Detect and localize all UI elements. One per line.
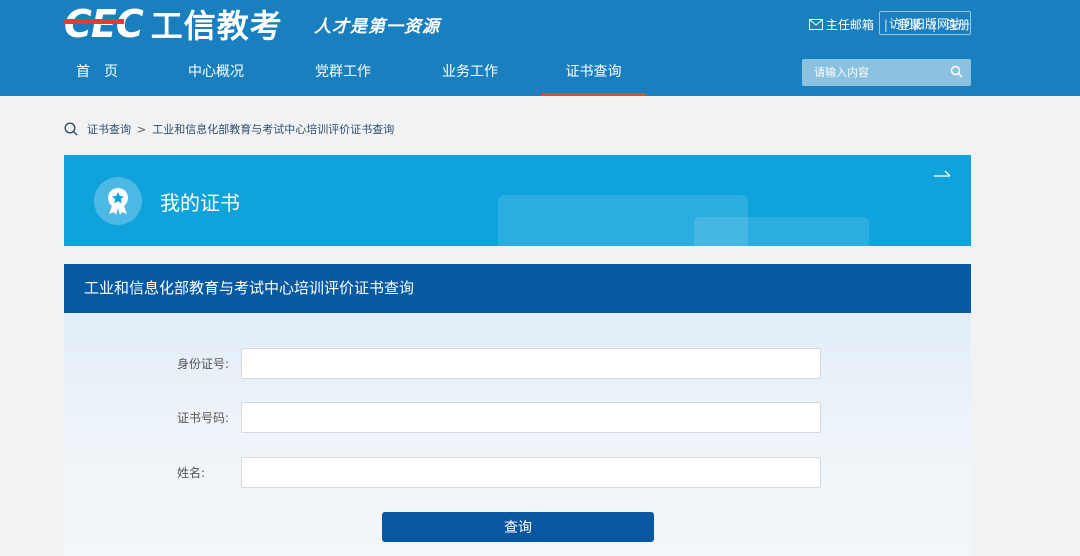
breadcrumb-current: 工业和信息化部教育与考试中心培训评价证书查询 (152, 123, 395, 136)
breadcrumb: 证书查询 > 工业和信息化部教育与考试中心培训评价证书查询 (64, 121, 394, 137)
id-number-row: 身份证号: (177, 348, 821, 379)
director-mailbox-link[interactable]: 主任邮箱 (808, 16, 874, 33)
nav-item-party[interactable]: 党群工作 (307, 54, 379, 96)
id-number-label: 身份证号: (177, 357, 230, 371)
site-logo[interactable]: CEC 工信教考 (64, 2, 283, 46)
nav-item-business[interactable]: 业务工作 (434, 54, 506, 96)
mail-label: 主任邮箱 (825, 18, 874, 32)
slogan: 人才是第一资源 (314, 17, 440, 37)
site-header: CEC 工信教考 人才是第一资源 主任邮箱 | 登录 | 注册 访问旧版网站 首… (0, 0, 1080, 96)
certificate-number-input[interactable] (241, 402, 821, 433)
logo-name: 工信教考 (150, 7, 283, 45)
search-icon[interactable] (950, 65, 963, 78)
certificate-query-form: 身份证号: 证书号码: 姓名: 查询 (64, 313, 971, 556)
certificate-number-label: 证书号码: (177, 411, 230, 425)
logo-mark: CEC (64, 2, 144, 46)
name-input[interactable] (241, 457, 821, 488)
main-nav: 首 页 中心概况 党群工作 业务工作 证书查询 (64, 54, 646, 96)
breadcrumb-separator: > (137, 122, 147, 136)
certificate-medal-icon (94, 177, 142, 225)
nav-item-certificate[interactable]: 证书查询 (541, 54, 646, 96)
id-number-input[interactable] (241, 348, 821, 379)
search-box (802, 59, 971, 86)
banner-title: 我的证书 (160, 191, 240, 215)
arrow-right-icon (934, 170, 951, 177)
name-row: 姓名: (177, 457, 821, 488)
query-button[interactable]: 查询 (382, 512, 654, 542)
nav-item-home[interactable]: 首 页 (64, 54, 130, 96)
name-label: 姓名: (177, 466, 206, 480)
search-icon (64, 122, 78, 136)
form-title: 工业和信息化部教育与考试中心培训评价证书查询 (64, 264, 971, 313)
old-site-button[interactable]: 访问旧版网站 (879, 11, 971, 35)
search-input[interactable] (802, 59, 942, 86)
my-certificate-banner: 我的证书 (64, 155, 971, 246)
banner-decoration (694, 217, 869, 246)
breadcrumb-root[interactable]: 证书查询 (87, 121, 131, 137)
certificate-number-row: 证书号码: (177, 402, 821, 433)
nav-item-about[interactable]: 中心概况 (180, 54, 252, 96)
mail-icon (808, 19, 823, 30)
